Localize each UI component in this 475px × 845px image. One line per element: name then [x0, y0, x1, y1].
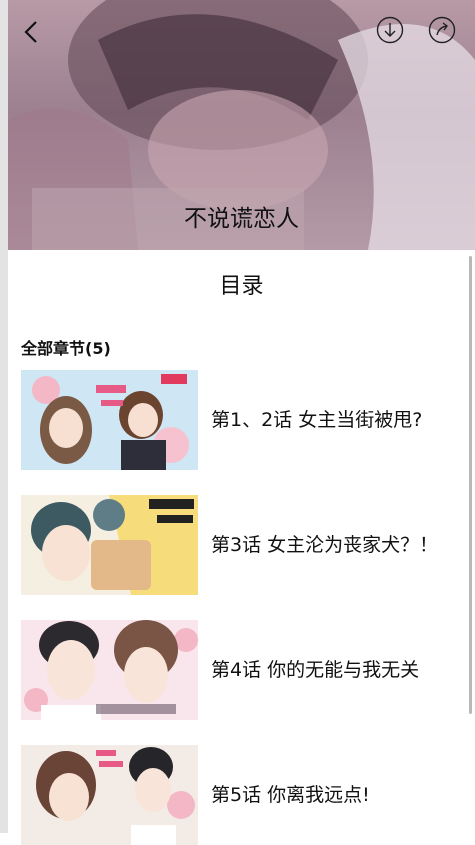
chapter-thumbnail: [21, 620, 198, 720]
toc-title: 目录: [219, 274, 264, 299]
chapter-thumbnail: [21, 495, 198, 595]
chapter-title: 第1、2话 女主当街被甩?: [211, 409, 423, 431]
chapter-item[interactable]: 第4话 你的无能与我无关: [21, 620, 461, 720]
chapter-title: 第4话 你的无能与我无关: [211, 659, 420, 681]
download-icon[interactable]: [376, 16, 404, 44]
chapter-title: 第5话 你离我远点!: [211, 784, 370, 806]
chapter-item[interactable]: 第3话 女主沦为丧家犬？！: [21, 495, 461, 595]
cover-banner: 不说谎恋人: [8, 0, 475, 250]
chapter-item[interactable]: 第1、2话 女主当街被甩?: [21, 370, 461, 470]
chapter-count-label: 全部章节(5): [21, 339, 111, 358]
chapter-thumbnail: [21, 745, 198, 845]
left-gutter: [0, 0, 8, 833]
chevron-left-icon[interactable]: [18, 18, 46, 46]
comic-title: 不说谎恋人: [184, 206, 299, 232]
chapter-thumbnail: [21, 370, 198, 470]
share-icon[interactable]: [428, 16, 456, 44]
scrollbar[interactable]: [469, 256, 472, 714]
chapter-item[interactable]: 第5话 你离我远点!: [21, 745, 461, 845]
chapter-title: 第3话 女主沦为丧家犬？！: [211, 534, 439, 556]
